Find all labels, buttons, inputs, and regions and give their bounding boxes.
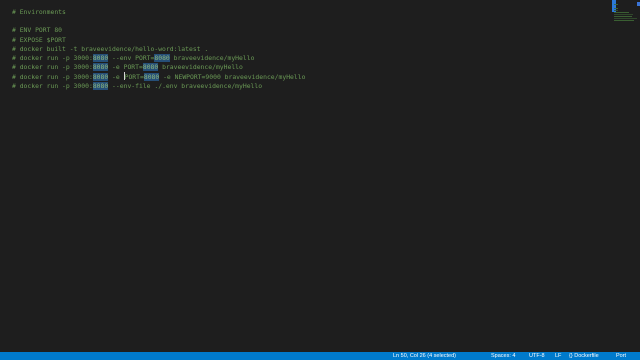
code-content[interactable]: # Environments # ENV PORT 80 # EXPOSE $POR… [12, 8, 305, 91]
code-token: # docker run -p 3000: [12, 53, 93, 62]
code-line[interactable]: # ENV PORT 80 [12, 26, 305, 35]
selection-highlight-token: 8080 [143, 73, 160, 82]
code-token: braveevidence/myHello [169, 53, 255, 62]
selection-highlight-token: 8080 [92, 81, 109, 90]
minimap-line [614, 4, 619, 5]
minimap-line [614, 14, 633, 15]
minimap[interactable] [612, 0, 640, 352]
cursor-position-status[interactable]: Ln 50, Col 26 (4 selected) [393, 352, 456, 360]
code-token: # ENV PORT 80 [12, 26, 63, 35]
eol-status[interactable]: LF [555, 352, 561, 360]
code-token: -e NEWPORT=9000 braveevidence/myHello [159, 73, 306, 82]
selection-highlight-token: 8080 [92, 53, 109, 62]
status-bar: Ln 50, Col 26 (4 selected) Spaces: 4 UTF… [0, 352, 640, 360]
code-token: # docker built -t braveevidence/hello-wo… [12, 44, 209, 53]
code-line[interactable]: # docker run -p 3000:8080 -e PORT=8080 -… [12, 72, 306, 82]
code-token: # Environments [12, 8, 66, 16]
code-token: PORT= [124, 73, 144, 82]
code-line[interactable]: # docker built -t braveevidence/hello-wo… [12, 45, 305, 54]
code-token: # docker run -p 3000: [12, 73, 93, 82]
selection-highlight-token: 8080 [92, 63, 109, 72]
minimap-line [614, 8, 618, 9]
braces-icon: {} [569, 353, 573, 359]
code-line[interactable]: # EXPOSE $PORT [12, 36, 305, 45]
selection-highlight-token: 8080 [142, 63, 159, 72]
selection-highlight-token: 8080 [154, 53, 170, 62]
code-token: # EXPOSE $PORT [12, 35, 66, 44]
selection-highlight-token: 8080 [92, 73, 109, 82]
editor-area[interactable]: # Environments # ENV PORT 80 # EXPOSE $POR… [0, 0, 612, 352]
code-token: -e PORT= [108, 63, 143, 72]
code-token: # docker run -p 3000: [12, 63, 93, 72]
indentation-status[interactable]: Spaces: 4 [491, 352, 515, 360]
minimap-line [614, 10, 619, 11]
minimap-line [614, 20, 634, 21]
code-line[interactable]: # docker run -p 3000:8080 -e PORT=8080 b… [12, 63, 305, 72]
port-status[interactable]: Port [616, 352, 626, 360]
encoding-status[interactable]: UTF-8 [529, 352, 545, 360]
code-token: --env-file ./.env braveevidence/myHello [108, 81, 263, 90]
code-line[interactable]: # docker run -p 3000:8080 --env PORT=808… [12, 53, 305, 63]
code-token: -e [108, 73, 124, 82]
code-token: braveevidence/myHello [158, 63, 243, 72]
code-line[interactable] [12, 17, 305, 26]
code-token: # docker run -p 3000: [12, 81, 93, 90]
language-mode-status[interactable]: {} Dockerfile [569, 352, 599, 360]
code-line[interactable]: # docker run -p 3000:8080 --env-file ./.… [12, 81, 305, 91]
minimap-line [614, 16, 632, 17]
minimap-line [614, 12, 630, 13]
minimap-line [614, 18, 637, 19]
code-line[interactable]: # Environments [12, 8, 305, 17]
language-mode-label: Dockerfile [574, 353, 599, 359]
code-token: --env PORT= [108, 53, 155, 62]
